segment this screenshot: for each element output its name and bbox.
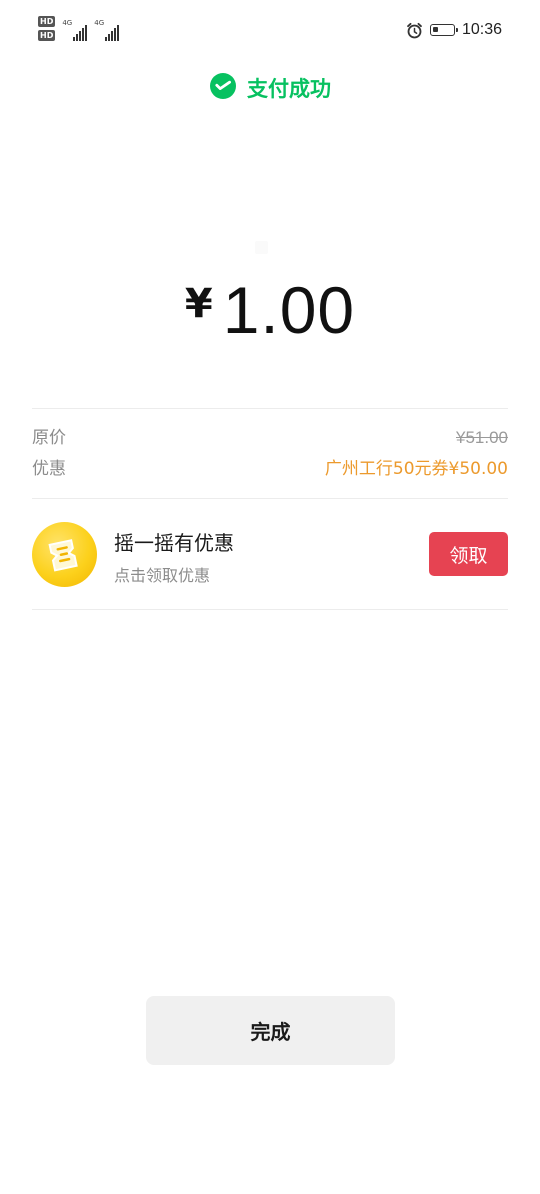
amount-value: 1.00 [222, 273, 356, 347]
original-price-value: ¥51.00 [456, 428, 508, 447]
promo-subtitle: 点击领取优惠 [114, 566, 211, 585]
claim-button[interactable]: 领取 [429, 532, 508, 576]
discount-row: 优惠 广州工行50元券¥50.00 [32, 458, 508, 480]
currency-symbol: ¥ [184, 281, 213, 327]
divider [32, 408, 508, 409]
original-price-label: 原价 [32, 428, 66, 448]
discount-value: 广州工行50元券¥50.00 [324, 459, 508, 479]
alarm-icon [406, 22, 423, 39]
payment-amount: ¥1.00 [0, 272, 540, 348]
payment-success-title: 支付成功 [247, 77, 331, 101]
promo-title: 摇一摇有优惠 [114, 531, 234, 555]
status-bar: HD HD 4G 4G 10:36 [0, 0, 540, 64]
battery-icon [429, 24, 458, 36]
status-icons: 10:36 [406, 21, 502, 39]
shake-promo-card[interactable]: 摇一摇有优惠 点击领取优惠 领取 [32, 520, 508, 588]
battery-level-fill [432, 27, 438, 32]
network-type-label: 4G [94, 19, 105, 27]
original-price-row: 原价 ¥51.00 [32, 427, 508, 449]
signal-strength-icon: 4G [62, 16, 88, 42]
divider [32, 498, 508, 499]
network-indicators: HD HD 4G 4G [38, 16, 120, 42]
merchant-logo-placeholder [255, 241, 268, 254]
divider [32, 609, 508, 610]
hd-badge: HD [38, 30, 56, 41]
wechat-pay-icon [209, 72, 237, 104]
network-type-label: 4G [62, 19, 73, 27]
payment-status-header: 支付成功 [0, 72, 540, 104]
clock-time: 10:36 [461, 21, 502, 38]
signal-strength-icon: 4G [94, 16, 120, 42]
shake-coupon-icon [32, 522, 97, 587]
hd-badge: HD [38, 16, 56, 27]
done-button[interactable]: 完成 [146, 996, 395, 1065]
discount-label: 优惠 [32, 459, 66, 479]
